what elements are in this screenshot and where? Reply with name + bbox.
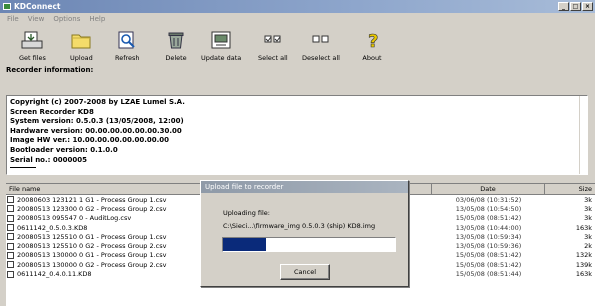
- file-size: 139k: [575, 260, 592, 269]
- file-date: 13/05/08 (10:44:00): [455, 223, 522, 232]
- window-title: KDConnect: [14, 2, 61, 11]
- row-checkbox[interactable]: [7, 205, 14, 213]
- file-name: 20080513 095547 0 - AuditLog.csv: [17, 214, 132, 223]
- info-separator: [10, 167, 36, 169]
- menu-file[interactable]: File: [7, 15, 19, 23]
- file-size: 3k: [584, 204, 592, 213]
- get-files-label: Get files: [19, 54, 46, 62]
- select-all-icon: [262, 29, 284, 51]
- info-scrollbar[interactable]: [579, 96, 587, 174]
- select-all-button[interactable]: Select all: [258, 11, 288, 62]
- dialog-title: Upload file to recorder: [201, 181, 408, 193]
- row-checkbox[interactable]: [7, 270, 14, 278]
- file-date: 15/05/08 (08:51:42): [455, 260, 522, 269]
- file-name: 20080513 130000 0 G1 - Process Group 1.c…: [17, 251, 167, 260]
- file-date: 13/05/08 (10:59:34): [455, 232, 522, 241]
- file-date: 13/05/08 (10:59:36): [455, 242, 522, 251]
- image-hw-text: Image HW ver.: 10.00.00.00.00.00.00.00: [10, 136, 170, 145]
- row-checkbox[interactable]: [7, 251, 14, 259]
- file-name: 20080513 130000 0 G2 - Process Group 2.c…: [17, 260, 167, 269]
- file-size: 163k: [575, 270, 592, 279]
- upload-label: Upload: [70, 54, 93, 62]
- question-icon: ?: [361, 29, 383, 51]
- file-size: 2k: [584, 242, 592, 251]
- file-name: 20080603 123121 1 G1 - Process Group 1.c…: [17, 195, 167, 204]
- about-label: About: [362, 54, 382, 62]
- deselect-all-label: Deselect all: [302, 54, 340, 62]
- file-date: 15/05/08 (08:51:42): [455, 214, 522, 223]
- row-checkbox[interactable]: [7, 224, 14, 232]
- file-date: 03/06/08 (10:31:52): [455, 195, 522, 204]
- folder-icon: [70, 29, 92, 51]
- update-data-button[interactable]: Update data: [201, 11, 241, 62]
- app-icon: [3, 3, 11, 10]
- maximize-button[interactable]: □: [570, 2, 581, 11]
- file-date: 15/05/08 (08:51:44): [455, 270, 522, 279]
- close-button[interactable]: ×: [582, 2, 593, 11]
- serial-text: Serial no.: 0000005: [10, 155, 87, 164]
- trash-icon: [165, 29, 187, 51]
- row-checkbox[interactable]: [7, 214, 14, 222]
- update-data-label: Update data: [201, 54, 242, 62]
- minimize-button[interactable]: _: [558, 2, 569, 11]
- delete-button[interactable]: Delete: [165, 11, 187, 62]
- file-date: 15/05/08 (08:51:42): [455, 251, 522, 260]
- about-button[interactable]: ? About: [361, 11, 383, 62]
- delete-label: Delete: [165, 54, 187, 62]
- svg-text:?: ?: [368, 31, 378, 50]
- select-all-label: Select all: [258, 54, 288, 62]
- recorder-info-box: Copyright (c) 2007-2008 by LZAE Lumel S.…: [6, 95, 588, 175]
- refresh-icon: [116, 29, 138, 51]
- upload-progress-bar: [222, 237, 396, 252]
- file-name: 20080513 125510 0 G2 - Process Group 2.c…: [17, 242, 167, 251]
- progress-fill: [223, 238, 266, 251]
- row-checkbox[interactable]: [7, 242, 14, 250]
- file-size: 3k: [584, 195, 592, 204]
- column-header-date[interactable]: Date: [432, 184, 545, 194]
- get-files-icon: [21, 29, 43, 51]
- get-files-button[interactable]: Get files: [19, 11, 46, 62]
- upload-dialog: Upload file to recorder Uploading file: …: [200, 180, 409, 287]
- file-name: 0611142_0.4.0.11.KD8: [17, 270, 92, 279]
- file-date: 13/05/08 (10:54:50): [455, 204, 522, 213]
- file-size: 3k: [584, 214, 592, 223]
- row-checkbox[interactable]: [7, 196, 14, 204]
- upload-button[interactable]: Upload: [70, 11, 93, 62]
- recorder-info-heading: Recorder information:: [6, 66, 94, 74]
- deselect-all-icon: [310, 29, 332, 51]
- bootloader-text: Bootloader version: 0.1.0.0: [10, 145, 118, 154]
- hardware-version-text: Hardware version: 00.00.00.00.00.00.30.0…: [10, 126, 182, 135]
- uploading-label: Uploading file:: [223, 209, 270, 217]
- file-name: 20080513 125510 0 G1 - Process Group 1.c…: [17, 232, 167, 241]
- refresh-button[interactable]: Refresh: [115, 11, 140, 62]
- upload-file-path: C:\Sieci...\firmware_img 0.5.0.3 (ship) …: [223, 222, 376, 230]
- window-controls: _ □ ×: [558, 2, 593, 11]
- refresh-label: Refresh: [115, 54, 140, 62]
- cancel-button[interactable]: Cancel: [280, 264, 330, 280]
- file-name: 20080513 123300 0 G2 - Process Group 2.c…: [17, 204, 167, 213]
- deselect-all-button[interactable]: Deselect all: [302, 11, 340, 62]
- column-header-size[interactable]: Size: [545, 184, 595, 194]
- file-name: 0611142_0.5.0.3.KD8: [17, 223, 88, 232]
- row-checkbox[interactable]: [7, 261, 14, 269]
- file-size: 132k: [575, 251, 592, 260]
- update-data-icon: [210, 29, 232, 51]
- system-version-text: System version: 0.5.0.3 (13/05/2008, 12:…: [10, 117, 184, 126]
- copyright-text: Copyright (c) 2007-2008 by LZAE Lumel S.…: [10, 98, 185, 106]
- screen-recorder-text: Screen Recorder KD8: [10, 107, 94, 116]
- row-checkbox[interactable]: [7, 233, 14, 241]
- file-size: 3k: [584, 232, 592, 241]
- file-size: 163k: [575, 223, 592, 232]
